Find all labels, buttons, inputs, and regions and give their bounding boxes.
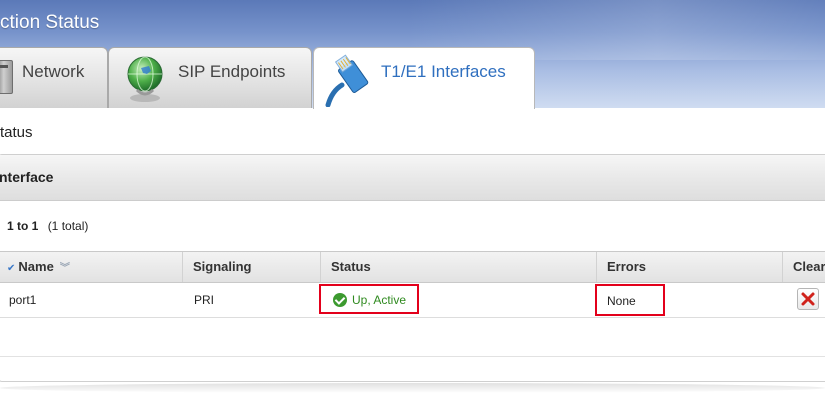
interfaces-table: ✔ Name ︾ Signaling Status Errors Clear por…: [0, 251, 825, 357]
pager-total: (1 total): [47, 219, 89, 233]
window-title: ction Status: [0, 12, 100, 33]
tab-t1-e1-interfaces[interactable]: T1/E1 Interfaces: [313, 47, 535, 109]
sort-descending-icon[interactable]: ︾: [60, 254, 70, 284]
tab-network-label: Network: [22, 62, 85, 81]
cell-status: Up, Active: [319, 284, 419, 314]
close-icon: [801, 292, 815, 306]
table-empty-area: [0, 318, 825, 357]
cell-signaling: PRI: [194, 293, 215, 307]
pager: 1 to 1 (1 total): [7, 219, 88, 233]
table-row[interactable]: port1 PRI Up, Active None: [0, 283, 825, 318]
column-header-signaling[interactable]: Signaling: [182, 252, 320, 282]
globe-icon: [127, 56, 163, 102]
column-header-errors[interactable]: Errors: [596, 252, 782, 282]
pager-range: 1 to 1: [7, 219, 39, 233]
tab-sip-endpoints[interactable]: SIP Endpoints: [108, 47, 312, 108]
table-header: ✔ Name ︾ Signaling Status Errors Clear: [0, 251, 825, 283]
check-circle-icon: [333, 292, 347, 307]
column-header-clear[interactable]: Clear: [782, 252, 825, 282]
panel-header: nterface: [0, 155, 825, 201]
interface-panel: nterface 1 to 1 (1 total) ✔ Name ︾ Signali…: [0, 154, 825, 382]
tab-sip-endpoints-label: SIP Endpoints: [178, 62, 286, 81]
column-header-status[interactable]: Status: [320, 252, 596, 282]
page: ction Status Network SIP Endpoints T1/E1…: [0, 0, 825, 405]
clear-button[interactable]: [797, 288, 819, 310]
section-title: tatus: [0, 124, 33, 141]
column-header-name[interactable]: ✔ Name ︾: [0, 252, 182, 282]
network-icon: [0, 60, 13, 94]
cell-errors: None: [595, 284, 665, 316]
tab-network[interactable]: Network: [0, 47, 108, 108]
panel-title: nterface: [0, 169, 54, 185]
tab-bar: Network SIP Endpoints T1/E1 Interfaces: [0, 47, 825, 109]
panel-shadow: [0, 383, 825, 393]
cell-name: port1: [9, 293, 37, 307]
status-text: Up, Active: [352, 293, 407, 307]
tab-t1-e1-interfaces-label: T1/E1 Interfaces: [381, 62, 506, 81]
sort-check-icon: ✔: [7, 263, 16, 274]
ethernet-cable-icon: [325, 54, 369, 107]
